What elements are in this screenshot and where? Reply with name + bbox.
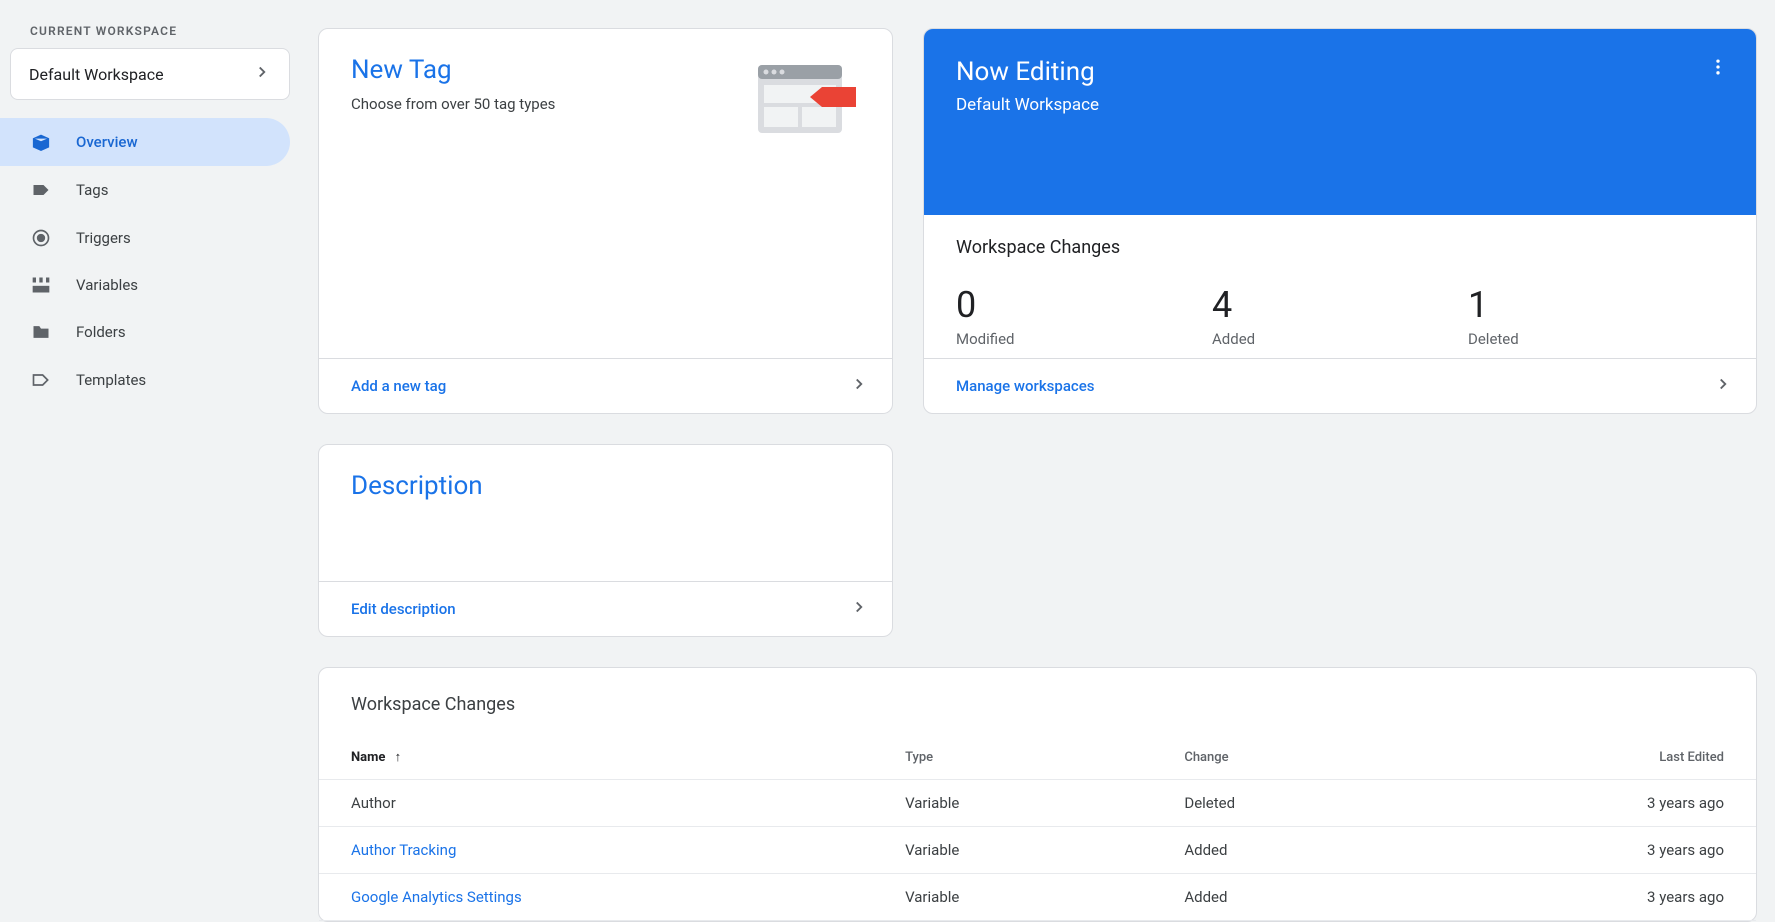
trigger-icon <box>30 228 52 248</box>
chevron-right-icon <box>850 375 868 397</box>
sidebar-item-label: Overview <box>76 133 138 151</box>
template-icon <box>30 370 52 390</box>
row-last-edited: 3 years ago <box>1423 780 1756 827</box>
row-type: Variable <box>873 827 1152 874</box>
tag-icon <box>30 180 52 200</box>
sidebar-item-folders[interactable]: Folders <box>0 308 290 356</box>
add-new-tag-label: Add a new tag <box>351 377 446 395</box>
now-editing-card: Now Editing Default Workspace Workspace … <box>923 28 1757 414</box>
sidebar-item-label: Folders <box>76 323 126 341</box>
stat-modified: 0 Modified <box>956 284 1212 348</box>
workspace-changes-table-card: Workspace Changes Name ↑ Type Change Las… <box>318 667 1757 922</box>
sidebar-item-tags[interactable]: Tags <box>0 166 290 214</box>
row-change: Deleted <box>1152 780 1423 827</box>
now-editing-title: Now Editing <box>956 57 1724 87</box>
row-last-edited: 3 years ago <box>1423 874 1756 921</box>
table-row[interactable]: AuthorVariableDeleted3 years ago <box>319 780 1756 827</box>
row-last-edited: 3 years ago <box>1423 827 1756 874</box>
tag-illustration-icon <box>752 59 862 143</box>
sidebar-item-templates[interactable]: Templates <box>0 356 290 404</box>
column-name[interactable]: Name ↑ <box>319 735 873 780</box>
chevron-right-icon <box>1714 375 1732 397</box>
sidebar-item-label: Variables <box>76 276 138 294</box>
row-type: Variable <box>873 874 1152 921</box>
column-last-edited[interactable]: Last Edited <box>1423 735 1756 780</box>
stat-added: 4 Added <box>1212 284 1468 348</box>
workspace-changes-table: Name ↑ Type Change Last Edited AuthorVar… <box>319 735 1756 921</box>
workspace-changes-table-title: Workspace Changes <box>319 694 1756 735</box>
description-title: Description <box>351 471 860 501</box>
column-change[interactable]: Change <box>1152 735 1423 780</box>
variables-icon <box>30 276 52 294</box>
box-icon <box>30 132 52 152</box>
sidebar-item-variables[interactable]: Variables <box>0 262 290 308</box>
stat-value: 1 <box>1468 284 1724 326</box>
column-type[interactable]: Type <box>873 735 1152 780</box>
row-name: Author <box>319 780 873 827</box>
stat-value: 0 <box>956 284 1212 326</box>
manage-workspaces-label: Manage workspaces <box>956 377 1095 395</box>
stat-deleted: 1 Deleted <box>1468 284 1724 348</box>
row-name[interactable]: Author Tracking <box>319 827 873 874</box>
sidebar-item-label: Triggers <box>76 229 131 247</box>
sidebar-item-label: Templates <box>76 371 146 389</box>
workspace-changes-title: Workspace Changes <box>956 237 1724 258</box>
row-name[interactable]: Google Analytics Settings <box>319 874 873 921</box>
stat-label: Deleted <box>1468 330 1724 348</box>
row-change: Added <box>1152 827 1423 874</box>
new-tag-card: New Tag Choose from over 50 tag types <box>318 28 893 414</box>
table-row[interactable]: Author TrackingVariableAdded3 years ago <box>319 827 1756 874</box>
stat-label: Added <box>1212 330 1468 348</box>
now-editing-workspace: Default Workspace <box>956 95 1724 115</box>
sidebar-item-overview[interactable]: Overview <box>0 118 290 166</box>
edit-description-label: Edit description <box>351 600 456 618</box>
edit-description-button[interactable]: Edit description <box>319 581 892 636</box>
description-card: Description Edit description <box>318 444 893 637</box>
chevron-right-icon <box>253 63 271 85</box>
row-change: Added <box>1152 874 1423 921</box>
sidebar-item-label: Tags <box>76 181 108 199</box>
stat-value: 4 <box>1212 284 1468 326</box>
add-new-tag-button[interactable]: Add a new tag <box>319 358 892 413</box>
stat-label: Modified <box>956 330 1212 348</box>
chevron-right-icon <box>850 598 868 620</box>
sort-ascending-icon: ↑ <box>395 750 402 765</box>
workspace-selector[interactable]: Default Workspace <box>10 48 290 100</box>
row-type: Variable <box>873 780 1152 827</box>
current-workspace-label: CURRENT WORKSPACE <box>0 24 300 48</box>
sidebar-nav: Overview Tags Triggers Variables Folders Temp… <box>0 118 300 404</box>
more-menu-icon[interactable] <box>1708 57 1728 81</box>
folder-icon <box>30 322 52 342</box>
sidebar-item-triggers[interactable]: Triggers <box>0 214 290 262</box>
manage-workspaces-button[interactable]: Manage workspaces <box>924 358 1756 413</box>
workspace-name: Default Workspace <box>29 65 164 84</box>
table-row[interactable]: Google Analytics SettingsVariableAdded3 … <box>319 874 1756 921</box>
